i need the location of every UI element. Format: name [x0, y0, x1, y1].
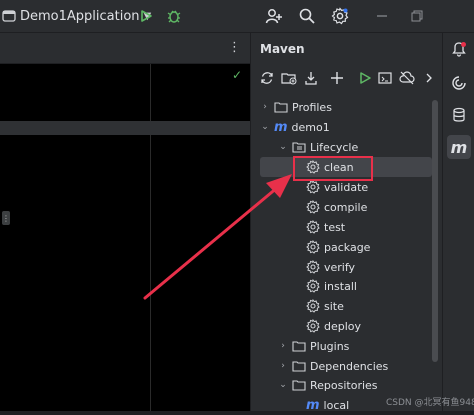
watermark: CSDN @北冥有鱼9485 [386, 398, 474, 408]
arrow-line [143, 185, 280, 300]
annotation-arrow [143, 174, 292, 300]
